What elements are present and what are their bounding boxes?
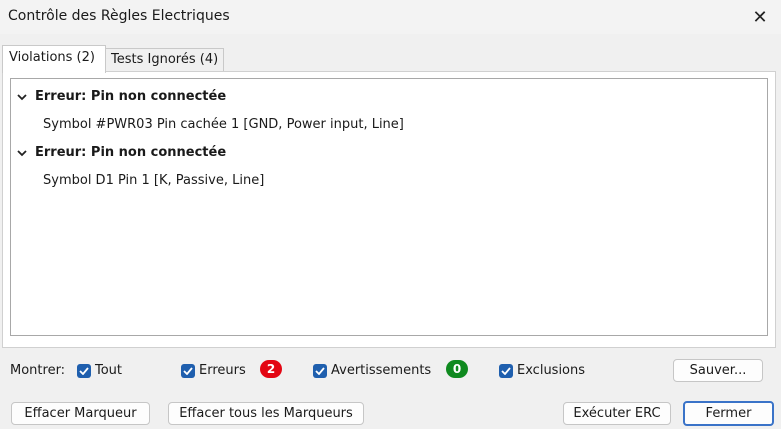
close-icon[interactable]: ✕ bbox=[745, 2, 775, 32]
errors-count-badge: 2 bbox=[260, 360, 282, 378]
violation-item-label: Symbol #PWR03 Pin cachée 1 [GND, Power i… bbox=[43, 117, 404, 132]
checkmark-icon bbox=[499, 363, 513, 378]
violation-item-label: Symbol D1 Pin 1 [K, Passive, Line] bbox=[43, 173, 265, 188]
warnings-count-badge: 0 bbox=[446, 360, 468, 378]
violations-tree[interactable]: Erreur: Pin non connectée Symbol #PWR03 … bbox=[10, 78, 768, 336]
show-warnings-checkbox[interactable]: Avertissements bbox=[313, 363, 431, 378]
run-erc-button[interactable]: Exécuter ERC bbox=[563, 402, 671, 425]
filter-row: Montrer: Tout Erreurs 2 Avertissements 0… bbox=[0, 358, 781, 384]
tab-ignored-tests[interactable]: Tests Ignorés (4) bbox=[104, 48, 224, 72]
title-bar: Contrôle des Règles Electriques ✕ bbox=[0, 0, 781, 34]
show-all-label: Tout bbox=[95, 363, 123, 378]
show-errors-checkbox[interactable]: Erreurs bbox=[181, 363, 246, 378]
checkmark-icon bbox=[77, 363, 91, 378]
chevron-down-icon[interactable] bbox=[15, 142, 29, 164]
show-warnings-label: Avertissements bbox=[331, 363, 432, 378]
checkmark-icon bbox=[313, 363, 327, 378]
tab-violations[interactable]: Violations (2) bbox=[2, 45, 106, 73]
show-label: Montrer: bbox=[10, 363, 66, 378]
checkmark-icon bbox=[181, 363, 195, 378]
show-exclusions-checkbox[interactable]: Exclusions bbox=[499, 363, 585, 378]
violation-category-label: Erreur: Pin non connectée bbox=[35, 145, 227, 160]
save-button[interactable]: Sauver... bbox=[673, 359, 763, 382]
chevron-down-icon[interactable] bbox=[15, 86, 29, 108]
show-all-checkbox[interactable]: Tout bbox=[77, 363, 122, 378]
show-errors-label: Erreurs bbox=[199, 363, 246, 378]
show-exclusions-label: Exclusions bbox=[517, 363, 586, 378]
clear-all-markers-button[interactable]: Effacer tous les Marqueurs bbox=[168, 402, 364, 425]
window-title: Contrôle des Règles Electriques bbox=[8, 8, 230, 24]
violations-panel: Erreur: Pin non connectée Symbol #PWR03 … bbox=[2, 71, 776, 348]
close-button[interactable]: Fermer bbox=[683, 401, 774, 426]
clear-marker-button[interactable]: Effacer Marqueur bbox=[11, 402, 150, 425]
violation-category-label: Erreur: Pin non connectée bbox=[35, 89, 227, 104]
